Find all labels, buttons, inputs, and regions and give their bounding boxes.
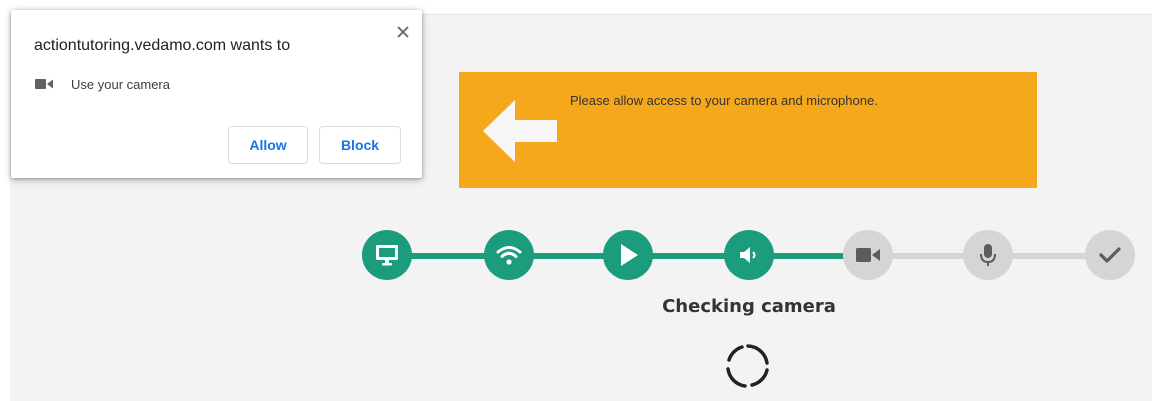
permission-request-label: Use your camera: [71, 76, 170, 92]
play-icon: [621, 244, 638, 266]
camera-icon: [856, 248, 880, 262]
step-microphone: [963, 230, 1013, 280]
loading-spinner-icon: [726, 344, 769, 388]
camera-icon: [35, 77, 55, 91]
step-screen: [362, 230, 412, 280]
checkmark-icon: [1099, 247, 1121, 263]
step-camera: [843, 230, 893, 280]
permission-popup: actiontutoring.vedamo.com wants to Use y…: [11, 10, 422, 178]
step-playback: [603, 230, 653, 280]
block-button[interactable]: Block: [319, 126, 401, 164]
allow-button[interactable]: Allow: [228, 126, 308, 164]
step-network: [484, 230, 534, 280]
step-speaker: [724, 230, 774, 280]
close-icon[interactable]: [391, 20, 415, 44]
speaker-icon: [740, 247, 756, 263]
step-complete: [1085, 230, 1135, 280]
wifi-icon: [496, 246, 522, 265]
permission-request-row: Use your camera: [35, 74, 170, 94]
monitor-icon: [376, 245, 398, 266]
status-text: Checking camera: [662, 296, 836, 317]
permission-popup-title: actiontutoring.vedamo.com wants to: [34, 37, 291, 54]
microphone-icon: [980, 244, 996, 266]
